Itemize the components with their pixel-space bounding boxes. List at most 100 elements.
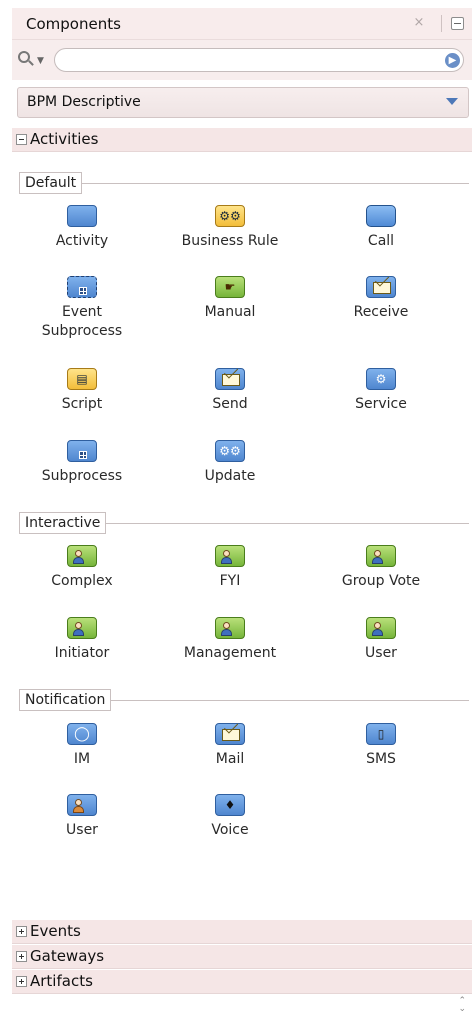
group-divider: [19, 183, 469, 184]
component-label: User: [66, 822, 98, 838]
person-icon: [73, 550, 84, 564]
component-label: Management: [183, 645, 277, 661]
user-icon: [67, 794, 97, 816]
component-label: IM: [73, 751, 91, 767]
component-business-rule[interactable]: ⚙⚙ Business Rule: [163, 205, 297, 251]
receive-icon: [366, 276, 396, 298]
minimize-icon[interactable]: [451, 17, 464, 30]
component-label: SMS: [366, 751, 396, 767]
person-head: [75, 550, 82, 557]
component-label: Voice: [211, 822, 249, 838]
component-group-vote[interactable]: Group Vote: [314, 545, 448, 591]
envelope-icon: [373, 282, 391, 294]
search-icon-handle: [28, 60, 34, 66]
business-rule-icon: ⚙⚙: [215, 205, 245, 227]
mail-icon: [215, 723, 245, 745]
hand-icon: ☛: [224, 280, 236, 294]
search-input[interactable]: [54, 48, 464, 72]
component-notification-user[interactable]: User: [15, 794, 149, 840]
component-user[interactable]: User: [314, 617, 448, 663]
mic-glyph: ♦: [224, 798, 236, 812]
person-icon: [221, 550, 232, 564]
palette-select-value: BPM Descriptive: [27, 94, 141, 110]
component-im[interactable]: ◯ IM: [15, 723, 149, 769]
section-gateways[interactable]: Gateways: [12, 945, 472, 969]
person-body: [73, 557, 84, 564]
component-service[interactable]: ⚙ Service: [314, 368, 448, 414]
person-icon: [221, 622, 232, 636]
component-initiator[interactable]: Initiator: [15, 617, 149, 663]
component-sms[interactable]: ▯ SMS: [314, 723, 448, 769]
person-head: [75, 799, 82, 806]
component-call[interactable]: Call: [314, 205, 448, 251]
group-notification-header: Notification: [19, 689, 469, 711]
user-icon: [366, 617, 396, 639]
management-icon: [215, 617, 245, 639]
person-body: [73, 806, 84, 813]
component-mail[interactable]: Mail: [163, 723, 297, 769]
component-label: Call: [367, 233, 395, 249]
component-event-subprocess[interactable]: Event Subprocess: [15, 276, 149, 341]
component-label: Send: [212, 396, 248, 412]
person-body: [73, 629, 84, 636]
section-events[interactable]: Events: [12, 920, 472, 944]
component-label: User: [365, 645, 397, 661]
group-default: Default: [19, 172, 469, 194]
section-events-label: Events: [30, 922, 81, 940]
send-icon: [215, 368, 245, 390]
component-label: Service: [355, 396, 407, 412]
component-receive[interactable]: Receive: [314, 276, 448, 322]
scroll-icon: ▤: [76, 372, 88, 386]
microphone-icon: ♦: [215, 794, 245, 816]
section-artifacts-label: Artifacts: [30, 972, 93, 990]
component-fyi[interactable]: FYI: [163, 545, 297, 591]
resize-grip-icon[interactable]: ⌃ ⌄: [458, 997, 466, 1014]
collapse-icon[interactable]: [16, 134, 27, 145]
component-subprocess[interactable]: Subprocess: [15, 440, 149, 486]
component-script[interactable]: ▤ Script: [15, 368, 149, 414]
expand-icon[interactable]: [16, 976, 27, 987]
component-voice[interactable]: ♦ Voice: [163, 794, 297, 840]
person-head: [223, 550, 230, 557]
expand-icon[interactable]: [16, 926, 27, 937]
person-icon: [372, 550, 383, 564]
group-interactive-label: Interactive: [19, 512, 107, 534]
component-label: Receive: [353, 304, 409, 320]
component-label: Subprocess: [41, 468, 123, 484]
palette-select[interactable]: BPM Descriptive: [17, 87, 469, 118]
group-default-header: Default: [19, 172, 469, 194]
expand-icon[interactable]: [16, 951, 27, 962]
close-icon[interactable]: ×: [412, 15, 426, 30]
search-options-icon[interactable]: ▼: [18, 51, 58, 69]
person-body: [372, 629, 383, 636]
component-label: Activity: [55, 233, 109, 249]
component-management[interactable]: Management: [163, 617, 297, 663]
envelope-icon: [222, 729, 240, 741]
person-head: [374, 622, 381, 629]
component-update[interactable]: ⚙⚙ Update: [163, 440, 297, 486]
person-icon: [372, 622, 383, 636]
go-arrow-icon[interactable]: ▶: [445, 53, 460, 68]
section-activities[interactable]: Activities: [12, 128, 472, 152]
component-activity[interactable]: Activity: [15, 205, 149, 251]
component-label: Manual: [204, 304, 256, 320]
chevron-down-icon: ▼: [37, 56, 44, 66]
component-send[interactable]: Send: [163, 368, 297, 414]
component-label: Event Subprocess: [41, 304, 123, 339]
group-interactive-header: Interactive: [19, 512, 469, 534]
subprocess-icon: [67, 440, 97, 462]
component-label: Mail: [215, 751, 245, 767]
component-complex[interactable]: Complex: [15, 545, 149, 591]
service-icon: ⚙: [366, 368, 396, 390]
call-icon: [366, 205, 396, 227]
plus-icon: [79, 287, 87, 295]
complex-icon: [67, 545, 97, 567]
section-artifacts[interactable]: Artifacts: [12, 970, 472, 994]
component-manual[interactable]: ☛ Manual: [163, 276, 297, 322]
update-icon: ⚙⚙: [215, 440, 245, 462]
plus-icon: [79, 451, 87, 459]
gear-icon: ⚙⚙: [219, 209, 241, 223]
group-default-label: Default: [19, 172, 83, 194]
script-icon: ▤: [67, 368, 97, 390]
person-icon: [73, 622, 84, 636]
